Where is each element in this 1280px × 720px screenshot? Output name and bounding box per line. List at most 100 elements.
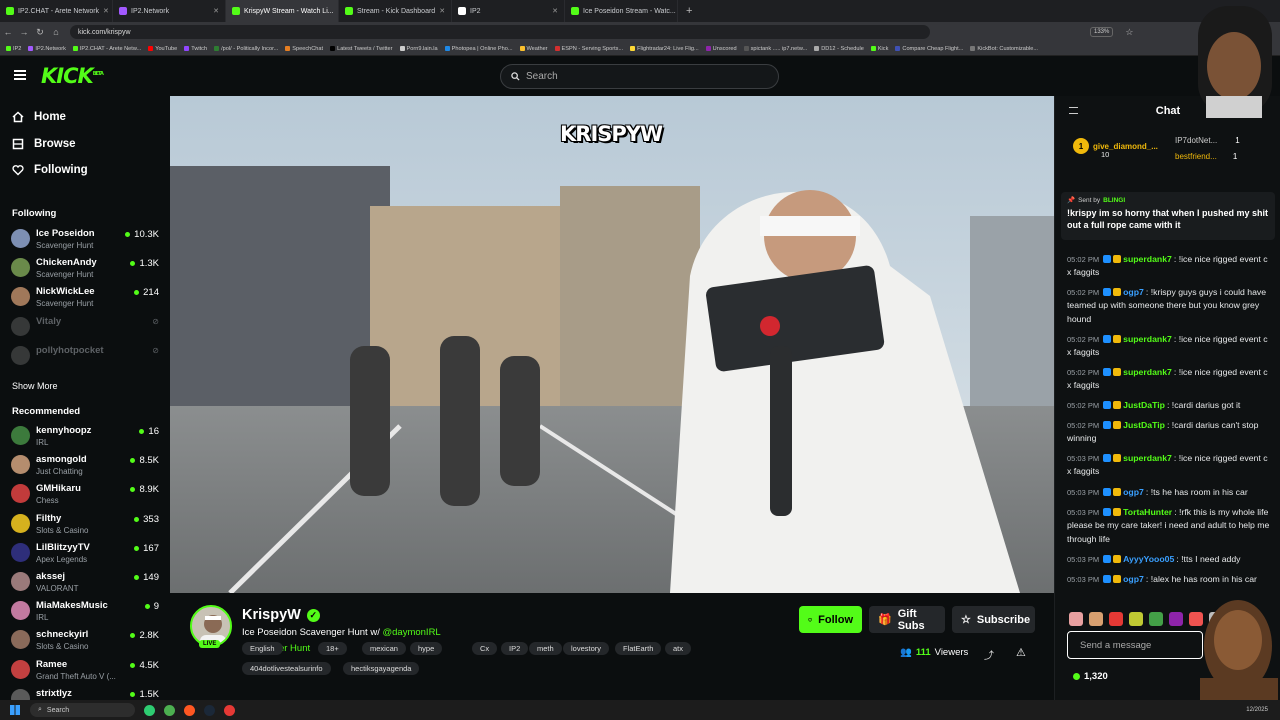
stream-tag[interactable]: lovestory [563, 642, 610, 655]
bookmark-item[interactable]: IP2 [6, 46, 21, 52]
streamer-name[interactable]: KrispyW ✓ [242, 607, 320, 623]
message-username[interactable]: superdank7 [1123, 453, 1172, 463]
bookmark-item[interactable]: Porn9.lain.la [399, 46, 438, 52]
chat-message[interactable]: 05:02 PM superdank7: !ice nice rigged eve… [1067, 253, 1272, 280]
url-field[interactable]: kick.com/krispyw [70, 25, 930, 39]
bookmark-item[interactable]: ESPN - Serving Sports... [554, 46, 623, 52]
chat-message[interactable]: 05:02 PM JustDaTip: !cardi darius got it [1067, 399, 1272, 412]
report-icon[interactable]: ⚠ [1016, 646, 1026, 659]
emote-icon[interactable] [1069, 612, 1083, 626]
emote-icon[interactable] [1149, 612, 1163, 626]
browser-tab[interactable]: Stream - Kick Dashboard ✕ [339, 0, 452, 22]
star-icon[interactable]: ☆ [1121, 27, 1137, 38]
bookmark-item[interactable]: KickBot: Customizable... [970, 46, 1038, 52]
sidebar-item-home[interactable]: Home [12, 111, 66, 123]
chat-message[interactable]: 05:02 PM ogp7: !krispy guys guys i could … [1067, 286, 1272, 326]
zoom-indicator[interactable]: 133% [1090, 27, 1114, 37]
browser-tab[interactable]: KrispyW Stream - Watch Li...✕ [226, 0, 339, 22]
taskbar-clock[interactable]: 12/2025 [1246, 706, 1268, 714]
chat-message[interactable]: 05:02 PM superdank7: !ice nice rigged eve… [1067, 366, 1272, 393]
subscribe-button[interactable]: ☆ Subscribe [952, 606, 1035, 633]
menu-icon[interactable] [14, 70, 26, 80]
forward-icon[interactable]: → [16, 27, 32, 37]
stream-tag[interactable]: atx [665, 642, 692, 655]
stream-tag[interactable]: 404dotlivestealsurinfo [242, 662, 331, 675]
top-gifter-3[interactable]: bestfriend... 1 [1175, 152, 1237, 161]
message-username[interactable]: AyyyYooo05 [1123, 554, 1174, 564]
windows-start-icon[interactable] [10, 705, 20, 715]
sidebar-channel[interactable]: ChickenAndy Scavenger Hunt 1.3K [11, 255, 161, 283]
bookmark-item[interactable]: Kick [870, 46, 888, 52]
bookmark-item[interactable]: Photopea | Online Pho... [444, 46, 513, 52]
emote-icon[interactable] [1129, 612, 1143, 626]
bookmark-item[interactable]: IP2.Network [28, 46, 66, 52]
follow-button[interactable]: Follow [799, 606, 862, 633]
browser-tab[interactable]: Ice Poseidon Stream - Watc...✕ [565, 0, 678, 22]
message-username[interactable]: superdank7 [1123, 334, 1172, 344]
emote-icon[interactable] [1089, 612, 1103, 626]
sidebar-channel[interactable]: Ice Poseidon Scavenger Hunt 10.3K [11, 226, 161, 254]
video-player[interactable]: KRISPYW [170, 96, 1054, 593]
chat-message[interactable]: 05:02 PM superdank7: !ice nice rigged eve… [1067, 333, 1272, 360]
stream-tag[interactable]: hype [410, 642, 443, 655]
chat-message[interactable]: 05:03 PM AyyyYooo05: !tts I need addy [1067, 553, 1272, 566]
message-username[interactable]: superdank7 [1123, 367, 1172, 377]
bookmark-item[interactable]: Weather [519, 46, 548, 52]
message-username[interactable]: JustDaTip [1123, 420, 1165, 430]
bookmark-item[interactable]: Flightradar24: Live Flig... [630, 46, 699, 52]
close-tab-icon[interactable]: ✕ [213, 7, 219, 15]
close-tab-icon[interactable]: ✕ [439, 7, 445, 15]
stream-tag[interactable]: mexican [362, 642, 406, 655]
browser-tab[interactable]: IP2 ✕ [452, 0, 565, 22]
stream-tag[interactable]: IP2 [501, 642, 529, 655]
sidebar-channel[interactable]: GMHikaru Chess 8.9K [11, 481, 161, 509]
message-username[interactable]: superdank7 [1123, 254, 1172, 264]
kick-logo[interactable]: KICKBETA [41, 64, 104, 88]
browser-tab[interactable]: IP2.Network ✕ [113, 0, 226, 22]
message-username[interactable]: JustDaTip [1123, 400, 1165, 410]
channel-points[interactable]: 1,320 [1073, 671, 1108, 682]
emote-icon[interactable] [1169, 612, 1183, 626]
message-username[interactable]: ogp7 [1123, 487, 1144, 497]
sidebar-channel[interactable]: pollyhotpocket ⊘ [11, 343, 161, 371]
bookmark-item[interactable]: spictank ..... ip7.netw... [743, 46, 807, 52]
bookmark-item[interactable]: Compare Cheap Flight... [895, 46, 963, 52]
bookmark-item[interactable]: /pol/ - Politically Incor... [214, 46, 278, 52]
chat-message[interactable]: 05:03 PM ogp7: !alex he has room in his c… [1067, 573, 1272, 586]
sidebar-channel[interactable]: Ramee Grand Theft Auto V (... 4.5K [11, 657, 161, 685]
sidebar-channel[interactable]: Vitaly ⊘ [11, 314, 161, 342]
sidebar-channel[interactable]: NickWickLee Scavenger Hunt 214 [11, 284, 161, 312]
sidebar-channel[interactable]: MiaMakesMusic IRL 9 [11, 598, 161, 626]
search-input[interactable]: Search [500, 64, 779, 89]
bookmark-item[interactable]: SpeechChat [285, 46, 323, 52]
top-gifter-1[interactable]: 1 give_diamond_... [1073, 138, 1158, 154]
gift-subs-button[interactable]: 🎁 Gift Subs [869, 606, 945, 633]
stream-tag[interactable]: FlatEarth [615, 642, 662, 655]
chat-input[interactable]: Send a message [1067, 631, 1203, 659]
chat-message[interactable]: 05:02 PM JustDaTip: !cardi darius can't s… [1067, 419, 1272, 446]
close-tab-icon[interactable]: ✕ [103, 7, 109, 15]
sidebar-channel[interactable]: akssej VALORANT 149 [11, 569, 161, 597]
sidebar-channel[interactable]: LilBlitzyyTV Apex Legends 167 [11, 540, 161, 568]
stream-title-mention[interactable]: @daymonIRL [382, 627, 440, 638]
app-icon[interactable] [224, 704, 235, 716]
back-icon[interactable]: ← [0, 27, 16, 37]
bookmark-item[interactable]: YouTube [148, 46, 177, 52]
reload-icon[interactable]: ↻ [32, 27, 48, 38]
sidebar-channel[interactable]: kennyhoopz IRL 16 [11, 423, 161, 451]
chat-message[interactable]: 05:03 PM superdank7: !ice nice rigged eve… [1067, 452, 1272, 479]
app-icon[interactable] [144, 704, 155, 716]
show-more-link[interactable]: Show More [12, 381, 58, 391]
message-username[interactable]: ogp7 [1123, 574, 1144, 584]
message-username[interactable]: TortaHunter [1123, 507, 1172, 517]
share-icon[interactable]: ⤴ [984, 647, 994, 662]
home-browser-icon[interactable]: ⌂ [48, 27, 64, 37]
sidebar-item-following[interactable]: Following [12, 164, 88, 176]
sidebar-item-browse[interactable]: Browse [12, 138, 76, 150]
close-tab-icon[interactable]: ✕ [552, 7, 558, 15]
stream-tag[interactable]: meth [529, 642, 562, 655]
bookmark-item[interactable]: DD12 - Schedule [814, 46, 864, 52]
browser-tab[interactable]: IP2.CHAT - Arete Network ✕ [0, 0, 113, 22]
message-username[interactable]: ogp7 [1123, 287, 1144, 297]
steam-icon[interactable] [204, 704, 215, 716]
